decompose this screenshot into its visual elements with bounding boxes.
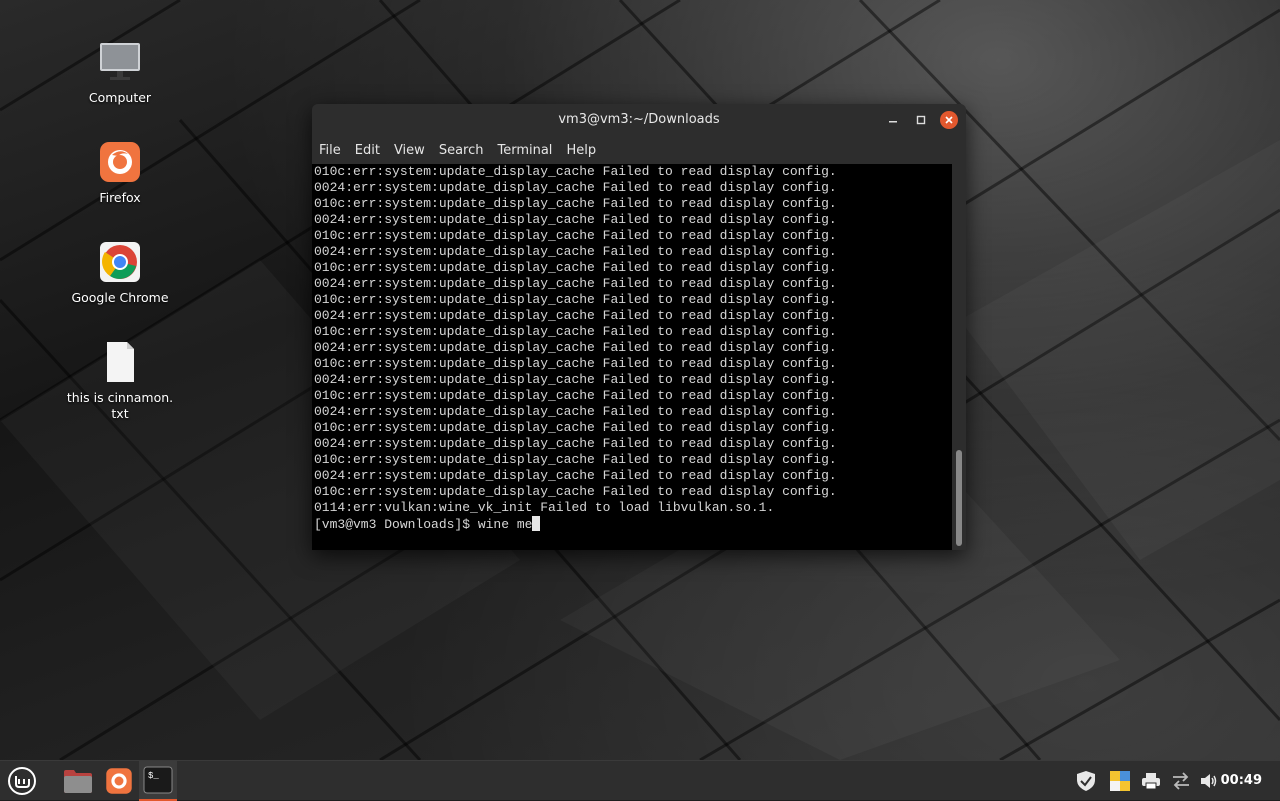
terminal-icon: $_ bbox=[143, 766, 173, 794]
scrollbar-thumb[interactable] bbox=[956, 450, 962, 546]
tray-shield[interactable] bbox=[1072, 761, 1100, 801]
terminal-line: 0024:err:system:update_display_cache Fai… bbox=[314, 404, 837, 419]
close-icon bbox=[945, 116, 953, 124]
tray-update-manager[interactable] bbox=[1106, 761, 1134, 801]
terminal-window[interactable]: vm3@vm3:~/Downloads File Edit View Searc… bbox=[312, 104, 966, 550]
tray-network[interactable] bbox=[1168, 761, 1194, 801]
firefox-icon bbox=[98, 140, 142, 184]
update-manager-icon bbox=[1110, 771, 1130, 791]
printer-icon bbox=[1142, 773, 1160, 790]
desktop-icon-computer[interactable]: Computer bbox=[65, 40, 175, 106]
terminal-line: 010c:err:system:update_display_cache Fai… bbox=[314, 452, 837, 467]
mint-menu-icon bbox=[8, 767, 36, 795]
desktop-icon-label: Computer bbox=[88, 90, 152, 105]
command-input[interactable]: wine me bbox=[478, 517, 533, 532]
terminal-line: 010c:err:system:update_display_cache Fai… bbox=[314, 324, 837, 339]
terminal-line: 0024:err:system:update_display_cache Fai… bbox=[314, 276, 837, 291]
terminal-line: 010c:err:system:update_display_cache Fai… bbox=[314, 164, 837, 179]
desktop: Computer Firefox Google Chrome this is c… bbox=[0, 0, 1280, 760]
terminal-line: 010c:err:system:update_display_cache Fai… bbox=[314, 388, 837, 403]
menu-file[interactable]: File bbox=[319, 143, 349, 158]
terminal-line: 010c:err:system:update_display_cache Fai… bbox=[314, 356, 837, 371]
terminal-line: 0024:err:system:update_display_cache Fai… bbox=[314, 244, 837, 259]
menu-bar: File Edit View Search Terminal Help bbox=[312, 136, 966, 164]
menu-search[interactable]: Search bbox=[439, 143, 492, 158]
menu-terminal[interactable]: Terminal bbox=[497, 143, 560, 158]
mint-menu-button[interactable] bbox=[4, 761, 40, 801]
terminal-output[interactable]: 010c:err:system:update_display_cache Fai… bbox=[312, 164, 952, 550]
desktop-icon-label: Google Chrome bbox=[71, 290, 169, 305]
minimize-icon bbox=[889, 121, 897, 123]
terminal-line: 010c:err:system:update_display_cache Fai… bbox=[314, 228, 837, 243]
computer-icon bbox=[98, 40, 142, 84]
svg-text:$_: $_ bbox=[148, 771, 159, 781]
text-file-icon bbox=[98, 340, 142, 384]
terminal-line: 0024:err:system:update_display_cache Fai… bbox=[314, 340, 837, 355]
taskbar-terminal-window[interactable]: $_ bbox=[139, 761, 177, 801]
terminal-line: 0024:err:system:update_display_cache Fai… bbox=[314, 436, 837, 451]
tray-printer[interactable] bbox=[1138, 761, 1164, 801]
terminal-line: 0024:err:system:update_display_cache Fai… bbox=[314, 180, 837, 195]
desktop-icon-firefox[interactable]: Firefox bbox=[65, 140, 175, 206]
terminal-line: 010c:err:system:update_display_cache Fai… bbox=[314, 196, 837, 211]
terminal-line: 0114:err:vulkan:wine_vk_init Failed to l… bbox=[314, 500, 775, 515]
minimize-button[interactable] bbox=[884, 111, 902, 129]
window-titlebar[interactable]: vm3@vm3:~/Downloads bbox=[312, 104, 966, 136]
close-button[interactable] bbox=[940, 111, 958, 129]
terminal-line: 010c:err:system:update_display_cache Fai… bbox=[314, 420, 837, 435]
desktop-icon-google-chrome[interactable]: Google Chrome bbox=[65, 240, 175, 306]
menu-view[interactable]: View bbox=[394, 143, 433, 158]
desktop-icon-label-line1: this is cinnamon. bbox=[66, 390, 174, 405]
firefox-icon bbox=[106, 768, 132, 794]
window-title: vm3@vm3:~/Downloads bbox=[558, 112, 720, 127]
taskbar-firefox-launcher[interactable] bbox=[100, 761, 138, 801]
terminal-line: 010c:err:system:update_display_cache Fai… bbox=[314, 292, 837, 307]
chrome-icon bbox=[98, 240, 142, 284]
maximize-button[interactable] bbox=[912, 111, 930, 129]
terminal-line: 0024:err:system:update_display_cache Fai… bbox=[314, 468, 837, 483]
taskbar-clock[interactable]: 00:49 bbox=[1221, 761, 1262, 801]
desktop-icon-label-line2: txt bbox=[111, 406, 129, 421]
terminal-line: 0024:err:system:update_display_cache Fai… bbox=[314, 212, 837, 227]
terminal-prompt-line[interactable]: [vm3@vm3 Downloads]$ wine me bbox=[314, 516, 952, 532]
tray-volume[interactable] bbox=[1196, 761, 1222, 801]
menu-edit[interactable]: Edit bbox=[355, 143, 388, 158]
folder-icon bbox=[64, 770, 92, 793]
menu-help[interactable]: Help bbox=[566, 143, 604, 158]
taskbar: $_ 00:49 bbox=[0, 760, 1280, 801]
shield-icon bbox=[1077, 771, 1095, 791]
taskbar-files-launcher[interactable] bbox=[58, 761, 98, 801]
terminal-line: 0024:err:system:update_display_cache Fai… bbox=[314, 308, 837, 323]
terminal-line: 010c:err:system:update_display_cache Fai… bbox=[314, 484, 837, 499]
desktop-icon-label: Firefox bbox=[99, 190, 141, 205]
terminal-scrollbar[interactable] bbox=[952, 164, 966, 550]
terminal-line: 010c:err:system:update_display_cache Fai… bbox=[314, 260, 837, 275]
text-cursor bbox=[532, 516, 541, 531]
shell-prompt: [vm3@vm3 Downloads]$ bbox=[314, 517, 478, 532]
desktop-icon-text-file[interactable]: this is cinnamon. txt bbox=[65, 340, 175, 422]
terminal-line: 0024:err:system:update_display_cache Fai… bbox=[314, 372, 837, 387]
volume-icon bbox=[1201, 774, 1217, 788]
network-icon bbox=[1173, 772, 1189, 790]
maximize-icon bbox=[916, 115, 926, 125]
